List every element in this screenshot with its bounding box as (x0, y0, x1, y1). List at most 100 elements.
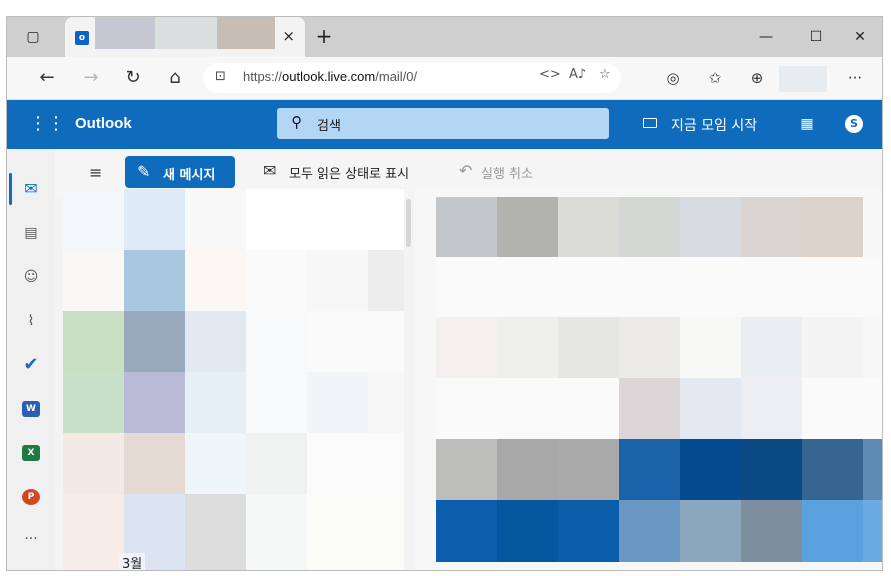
refresh-button[interactable]: ↻ (121, 66, 145, 90)
mosaic-cell (307, 433, 404, 494)
mosaic-cell (619, 439, 680, 500)
tab-actions-icon[interactable]: ▢ (25, 29, 41, 45)
word-tile: W (22, 401, 40, 417)
mosaic-cell (436, 257, 882, 317)
new-tab-button[interactable]: + (311, 23, 337, 49)
mosaic-cell (246, 311, 307, 372)
app-launcher-icon[interactable]: ⋮⋮ (29, 114, 65, 134)
message-list-redacted[interactable] (63, 189, 404, 570)
browser-tab-outlook[interactable]: o × (65, 17, 305, 57)
mosaic-cell (802, 317, 863, 378)
excel-icon[interactable]: X (19, 439, 43, 463)
mosaic-cell (368, 372, 404, 433)
mosaic-cell (497, 197, 558, 257)
mosaic-cell (619, 378, 680, 439)
close-window-button[interactable]: ✕ (845, 25, 875, 49)
mosaic-cell (307, 250, 368, 311)
mosaic-cell (246, 250, 307, 311)
mosaic-cell (307, 372, 368, 433)
mosaic-cell (680, 378, 741, 439)
undo-label: 실행 취소 (481, 167, 533, 182)
mosaic-cell (246, 372, 307, 433)
video-camera-icon[interactable] (643, 118, 657, 128)
address-bar[interactable]: ⊡ https://outlook.live.com/mail/0/ <> A♪… (203, 63, 621, 93)
meet-now-button[interactable]: 지금 모임 시작 (671, 115, 757, 135)
powerpoint-icon[interactable]: P (19, 483, 43, 507)
mosaic-cell (802, 439, 863, 500)
mosaic-cell (497, 500, 558, 562)
envelope-open-icon: ✉ (263, 161, 277, 180)
powerpoint-tile: P (22, 489, 40, 505)
mosaic-cell (558, 197, 619, 257)
more-menu-icon[interactable]: ··· (843, 66, 867, 90)
mosaic-cell (741, 439, 802, 500)
search-placeholder: 검색 (317, 119, 341, 134)
maximize-button[interactable]: ☐ (801, 25, 831, 49)
minimize-button[interactable]: — (751, 25, 781, 49)
mosaic-cell (436, 378, 619, 439)
mail-icon[interactable]: ✉ (19, 177, 43, 201)
home-button[interactable]: ⌂ (163, 66, 187, 90)
attachment-icon[interactable]: ⌇ (19, 309, 43, 333)
mosaic-cell (414, 189, 882, 197)
forward-button[interactable]: → (79, 66, 103, 90)
skype-icon[interactable]: S (845, 115, 863, 133)
url-text[interactable]: https://outlook.live.com/mail/0/ (243, 69, 417, 84)
mosaic-cell (436, 439, 497, 500)
mosaic-cell (185, 433, 246, 494)
back-button[interactable]: ← (35, 66, 59, 90)
mosaic-cell (246, 433, 307, 494)
calendar-icon[interactable]: ▤ (19, 221, 43, 245)
mosaic-cell (124, 250, 185, 311)
tab-close-icon[interactable]: × (282, 27, 295, 45)
todo-icon[interactable]: ✔ (19, 353, 43, 377)
mosaic-cell (741, 378, 802, 439)
mosaic-cell (497, 317, 558, 378)
mosaic-cell (124, 372, 185, 433)
profile-button[interactable] (779, 66, 827, 92)
read-aloud-icon[interactable]: A♪ (569, 67, 586, 82)
search-icon: ⚲ (291, 113, 302, 131)
mosaic-cell (863, 500, 882, 562)
new-message-button[interactable]: ✎ 새 메시지 (125, 156, 235, 188)
mosaic-cell (558, 500, 619, 562)
search-box[interactable]: ⚲ 검색 (277, 108, 609, 139)
more-apps-icon[interactable]: ··· (19, 527, 43, 551)
extensions-icon[interactable]: ◎ (661, 66, 685, 90)
mosaic-cell (63, 311, 124, 372)
reading-pane-redacted[interactable] (414, 189, 882, 570)
lock-icon[interactable]: ⊡ (215, 69, 226, 84)
mosaic-cell (741, 317, 802, 378)
favorite-add-icon[interactable]: ☆ (599, 67, 611, 82)
scrollbar-thumb[interactable] (406, 199, 411, 247)
mosaic-cell (680, 197, 741, 257)
tab-title-redacted-2 (155, 17, 217, 49)
mosaic-cell (802, 378, 882, 439)
browser-toolbar: ← → ↻ ⌂ ⊡ https://outlook.live.com/mail/… (7, 57, 882, 100)
compose-icon: ✎ (137, 162, 151, 181)
mosaic-cell (63, 433, 124, 494)
code-icon[interactable]: <> (539, 67, 561, 82)
collections-icon[interactable]: ⊕ (745, 66, 769, 90)
hamburger-menu-icon[interactable]: ≡ (89, 163, 102, 182)
excel-tile: X (22, 445, 40, 461)
word-icon[interactable]: W (19, 395, 43, 419)
my-day-icon[interactable]: ▦ (797, 114, 817, 134)
tab-strip: ▢ o × + — ☐ ✕ (7, 17, 882, 57)
mosaic-cell (246, 494, 307, 570)
mosaic-cell (307, 311, 404, 372)
mosaic-cell (185, 250, 246, 311)
outlook-brand[interactable]: Outlook (75, 115, 132, 132)
undo-icon: ↶ (459, 161, 473, 180)
message-list-scrollbar[interactable] (404, 197, 413, 569)
mosaic-cell (741, 197, 802, 257)
people-icon[interactable]: ☺ (19, 265, 43, 289)
mosaic-cell (124, 311, 185, 372)
mosaic-cell (680, 317, 741, 378)
favorites-icon[interactable]: ✩ (703, 66, 727, 90)
tab-title-redacted (95, 17, 155, 49)
mosaic-cell (497, 439, 558, 500)
mosaic-cell (185, 311, 246, 372)
mosaic-cell (619, 317, 680, 378)
mosaic-cell (185, 189, 246, 250)
